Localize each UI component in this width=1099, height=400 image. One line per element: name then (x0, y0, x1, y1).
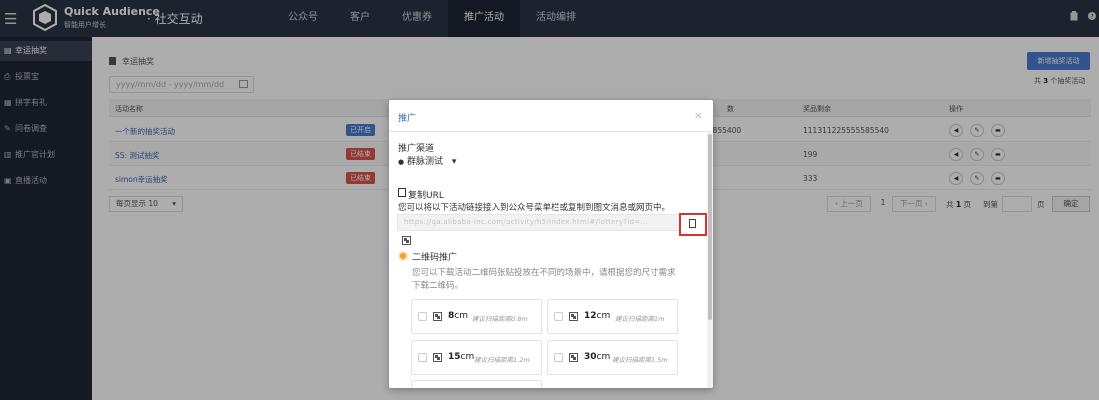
qr-size-option-15cm[interactable]: 15cm 建议扫描距离1.2m (411, 340, 542, 375)
qr-description-line2: 下载二维码。 (412, 281, 464, 291)
qrcode-promo-icon (398, 251, 408, 261)
dialog-header: 推广 × (389, 100, 713, 132)
scan-distance-hint: 建议扫描距离1.2m (474, 356, 530, 364)
checkbox[interactable] (554, 312, 563, 321)
close-icon[interactable]: × (694, 109, 703, 122)
qr-size-option-30cm[interactable]: 30cm 建议扫描距离1.5m (547, 340, 678, 375)
qr-size-option-more[interactable] (411, 380, 542, 388)
qr-size-option-8cm[interactable]: 8cm 建议扫描距离0.8m (411, 299, 542, 334)
qr-section-label: 二维码推广 (412, 253, 458, 263)
scan-distance-hint: 建议扫描距离1m (615, 315, 665, 323)
copy-doc-icon (398, 188, 406, 197)
qrcode-icon (433, 312, 442, 321)
qrcode-icon (433, 353, 442, 362)
qrcode-icon (402, 236, 411, 245)
scrollbar-thumb[interactable] (708, 134, 712, 320)
qr-description-line1: 您可以下载活动二维码张贴投放在不同的场景中，请根据您的尺寸需求 (412, 268, 676, 278)
dialog-scrollbar[interactable] (707, 132, 713, 388)
promote-dialog: 推广 × 推广渠道 ● 群脉测试 ▾ 复制URL 您可以将以下活动链接接入到公众… (389, 100, 713, 388)
channel-select[interactable]: ● 群脉测试 ▾ (398, 154, 456, 167)
copy-url-label: 复制URL (408, 191, 444, 201)
checkbox[interactable] (418, 353, 427, 362)
channel-label: 推广渠道 (398, 144, 435, 154)
copy-url-button[interactable] (679, 213, 707, 236)
copy-icon (689, 219, 696, 228)
dialog-title: 推广 (398, 114, 417, 124)
caret-down-icon: ▾ (451, 157, 457, 167)
checkbox[interactable] (554, 353, 563, 362)
dialog-body: 推广渠道 ● 群脉测试 ▾ 复制URL 您可以将以下活动链接接入到公众号菜单栏或… (389, 132, 713, 388)
qrcode-icon (569, 353, 578, 362)
scan-distance-hint: 建议扫描距离0.8m (472, 315, 528, 323)
qrcode-icon (569, 312, 578, 321)
copy-url-description: 您可以将以下活动链接接入到公众号菜单栏或复制到图文消息或网页中。 (398, 203, 671, 213)
activity-url-field[interactable]: https://qa.alibaba-inc.com/activity/h5/i… (397, 214, 706, 231)
scan-distance-hint: 建议扫描距离1.5m (612, 356, 668, 364)
qr-size-option-12cm[interactable]: 12cm 建议扫描距离1m (547, 299, 678, 334)
chat-icon: ● (398, 158, 405, 166)
checkbox[interactable] (418, 312, 427, 321)
